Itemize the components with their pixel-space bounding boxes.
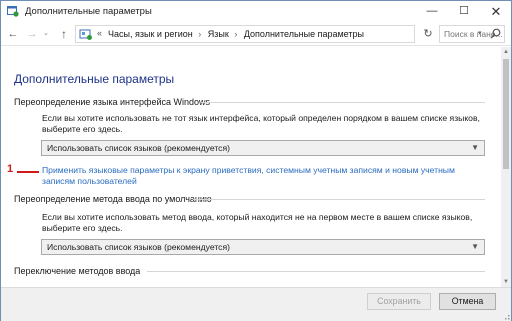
save-button[interactable]: Сохранить xyxy=(367,293,431,310)
forward-arrow-icon[interactable]: → xyxy=(25,26,39,42)
scroll-down-arrow-icon[interactable]: ▼ xyxy=(501,277,511,287)
language-settings-icon xyxy=(7,6,19,17)
select-value: Использовать список языков (рекомендуетс… xyxy=(47,242,230,252)
maximize-button[interactable]: ☐ xyxy=(449,1,479,22)
chevron-down-icon: ▼ xyxy=(471,143,479,152)
scrollbar-thumb[interactable] xyxy=(503,59,509,169)
breadcrumb-item-advanced-settings[interactable]: Дополнительные параметры xyxy=(244,29,364,39)
search-icon xyxy=(490,28,501,39)
chevron-down-icon: ▼ xyxy=(471,242,479,251)
section-divider xyxy=(201,102,485,103)
section-divider xyxy=(193,199,485,200)
apply-to-welcome-screen-link[interactable]: Применить языковые параметры к экрану пр… xyxy=(42,165,486,187)
vertical-scrollbar[interactable]: ▲ ▼ xyxy=(501,47,511,287)
content-pane: Дополнительные параметры Переопределение… xyxy=(1,47,501,287)
overflow-breadcrumb-icon[interactable]: « xyxy=(97,28,102,38)
breadcrumb: Часы, язык и регион › Язык › Дополнитель… xyxy=(108,29,367,39)
select-value: Использовать список языков (рекомендуетс… xyxy=(47,143,230,153)
annotation-number: 1 xyxy=(7,163,14,175)
control-panel-icon xyxy=(79,29,92,40)
breadcrumb-separator-icon[interactable]: › xyxy=(198,29,201,39)
search-input[interactable]: Поиск в пане... xyxy=(439,25,505,43)
annotation-pointer xyxy=(17,171,39,173)
section-title-switch-input: Переключение методов ввода xyxy=(14,266,141,276)
address-box[interactable]: « Часы, язык и регион › Язык › Дополните… xyxy=(75,25,482,43)
minimize-button[interactable]: — xyxy=(417,1,447,22)
section-title-input-method: Переопределение метода ввода по умолчани… xyxy=(14,194,212,204)
breadcrumb-item-clock-language-region[interactable]: Часы, язык и регион xyxy=(108,29,193,39)
section-divider xyxy=(147,271,485,272)
up-arrow-icon[interactable]: ↑ xyxy=(57,26,71,42)
input-method-select[interactable]: Использовать список языков (рекомендуетс… xyxy=(41,239,485,255)
scroll-up-arrow-icon[interactable]: ▲ xyxy=(501,47,511,57)
section-title-display-language: Переопределение языка интерфейса Windows xyxy=(14,97,210,107)
window-title: Дополнительные параметры xyxy=(25,6,152,17)
cancel-button[interactable]: Отмена xyxy=(439,293,496,310)
refresh-icon[interactable]: ↻ xyxy=(420,26,436,42)
resize-grip-icon[interactable] xyxy=(502,312,510,320)
address-toolbar: ← → ⌄ ↑ « Часы, язык и регион › Язык › Д… xyxy=(1,22,511,46)
breadcrumb-item-language[interactable]: Язык xyxy=(208,29,229,39)
title-bar: Дополнительные параметры — ☐ ✕ xyxy=(1,1,511,22)
section-description: Если вы хотите использовать не тот язык … xyxy=(42,113,480,134)
back-arrow-icon[interactable]: ← xyxy=(6,26,20,42)
breadcrumb-separator-icon[interactable]: › xyxy=(234,29,237,39)
close-button[interactable]: ✕ xyxy=(481,1,511,22)
display-language-select[interactable]: Использовать список языков (рекомендуетс… xyxy=(41,140,485,156)
button-bar: Сохранить Отмена xyxy=(1,287,511,321)
recent-locations-chevron-icon[interactable]: ⌄ xyxy=(41,26,51,42)
page-title: Дополнительные параметры xyxy=(14,72,175,86)
control-panel-window: Дополнительные параметры — ☐ ✕ ← → ⌄ ↑ «… xyxy=(0,0,512,321)
section-description: Если вы хотите использовать метод ввода,… xyxy=(42,212,473,233)
